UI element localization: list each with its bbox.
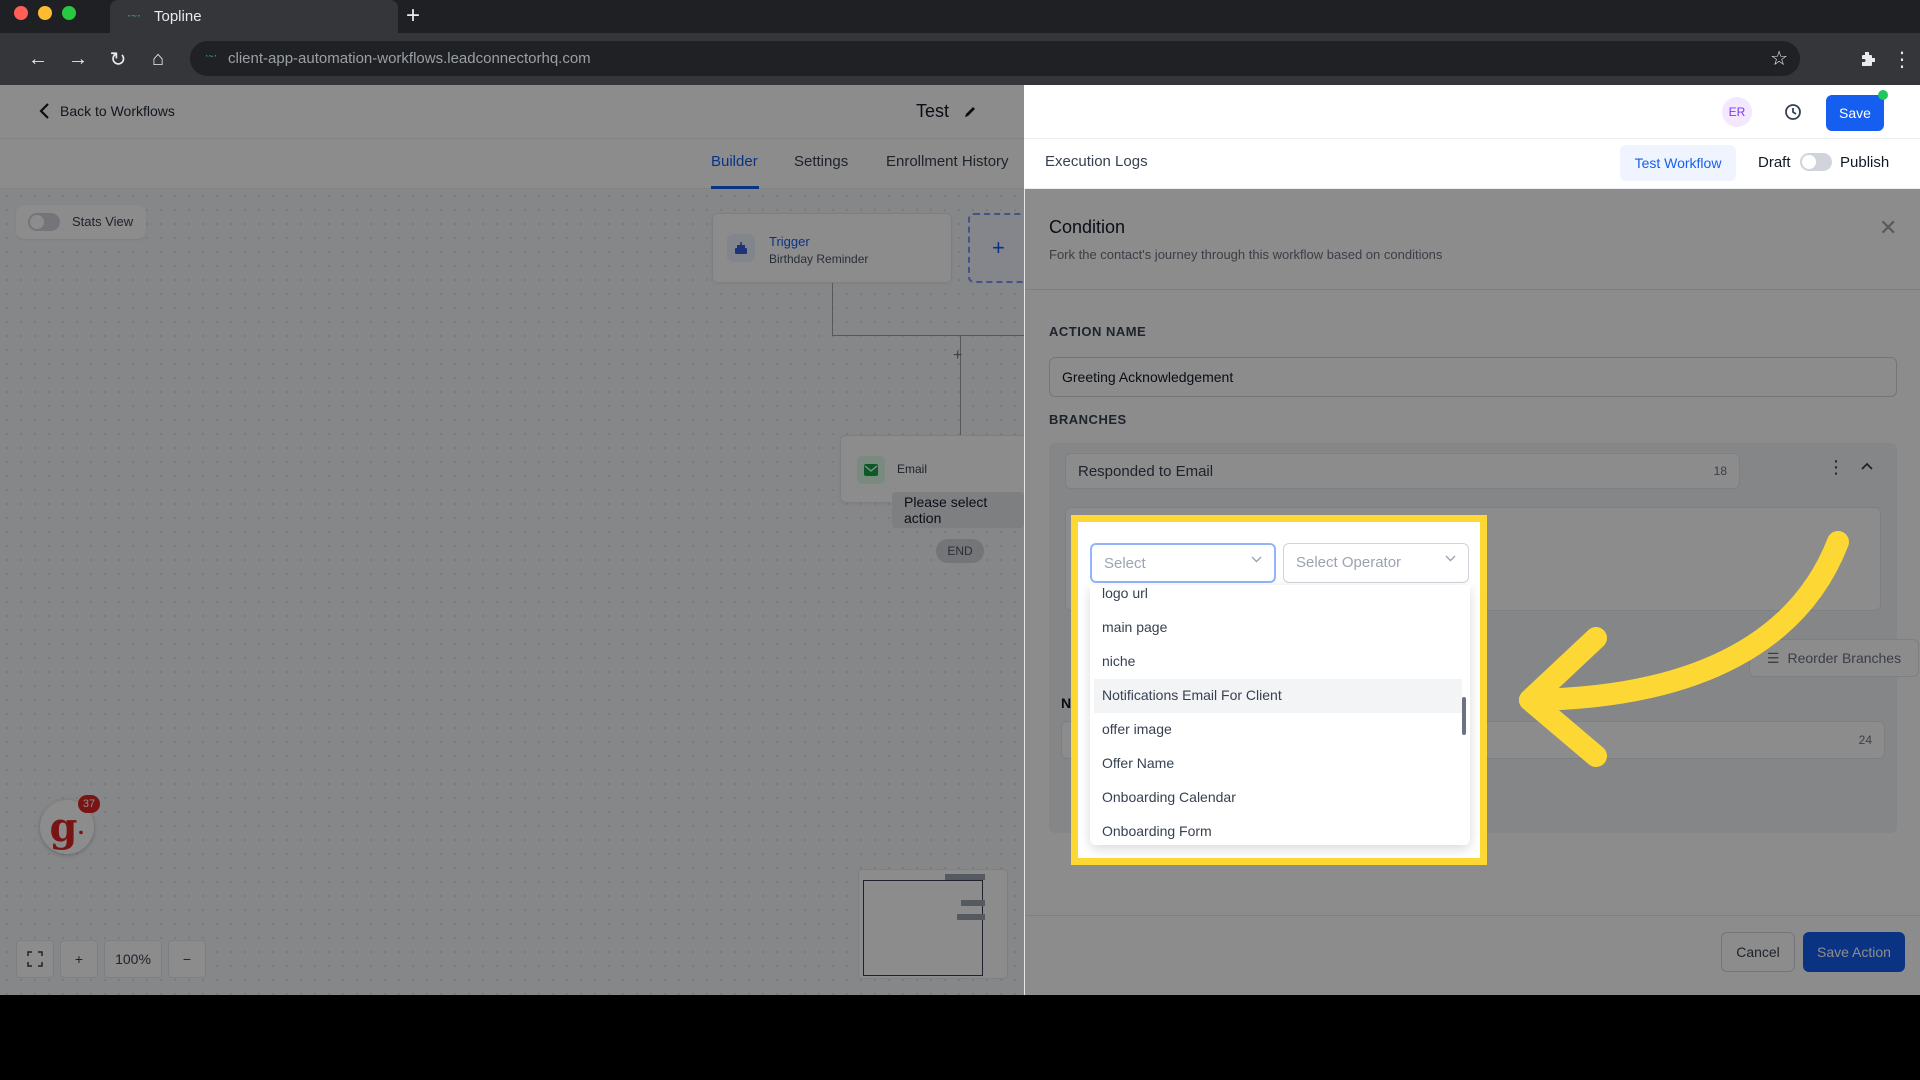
- operator-select-placeholder: Select Operator: [1296, 554, 1402, 571]
- operator-select[interactable]: Select Operator: [1283, 543, 1469, 583]
- forward-arrow-icon[interactable]: →: [64, 45, 92, 73]
- screen: ·~· Topline + ← → ↻ ⌂ ·~· client-app-aut…: [0, 0, 1920, 1080]
- letterbox-bottom: [0, 995, 1920, 1080]
- test-workflow-button[interactable]: Test Workflow: [1620, 145, 1736, 181]
- browser-menu-icon[interactable]: ⋮: [1888, 45, 1916, 73]
- address-bar[interactable]: ·~· client-app-automation-workflows.lead…: [190, 41, 1800, 76]
- field-select[interactable]: Select: [1090, 543, 1276, 583]
- browser-navbar: ← → ↻ ⌂ ·~· client-app-automation-workfl…: [0, 33, 1920, 85]
- tab-title: Topline: [154, 8, 202, 25]
- unsaved-indicator: [1878, 90, 1888, 100]
- extensions-icon[interactable]: [1854, 45, 1882, 73]
- star-icon[interactable]: ☆: [1770, 46, 1788, 71]
- close-window-icon[interactable]: [14, 6, 28, 20]
- browser-tab[interactable]: ·~· Topline: [110, 0, 398, 33]
- dropdown-option[interactable]: offer image: [1094, 713, 1462, 747]
- publish-label: Publish: [1840, 154, 1890, 171]
- draft-label: Draft: [1758, 154, 1791, 171]
- site-info-icon: ·~·: [204, 52, 218, 62]
- dropdown-scrollbar[interactable]: [1462, 697, 1466, 735]
- history-clock-icon[interactable]: [1778, 97, 1808, 127]
- dropdown-option[interactable]: niche: [1094, 645, 1462, 679]
- dropdown-option[interactable]: Offer Name: [1094, 747, 1462, 781]
- app-area: Back to Workflows Test ER Save Builder S…: [0, 85, 1920, 995]
- avatar[interactable]: ER: [1722, 97, 1752, 127]
- new-tab-icon[interactable]: +: [406, 3, 420, 29]
- browser-tabbar: ·~· Topline +: [0, 0, 1920, 33]
- modal-overlay: [0, 85, 1024, 995]
- dropdown-option[interactable]: Onboarding Calendar: [1094, 781, 1462, 815]
- maximize-window-icon[interactable]: [62, 6, 76, 20]
- url-text: client-app-automation-workflows.leadconn…: [228, 50, 591, 67]
- back-arrow-icon[interactable]: ←: [24, 45, 52, 73]
- field-select-placeholder: Select: [1104, 555, 1146, 572]
- chevron-down-icon: [1445, 553, 1456, 565]
- publish-toggle[interactable]: [1800, 153, 1832, 171]
- dropdown-option[interactable]: Onboarding Form: [1094, 815, 1462, 845]
- site-favicon-icon: ·~·: [126, 11, 142, 22]
- field-dropdown-list[interactable]: logo url main page niche Notifications E…: [1090, 585, 1470, 845]
- dropdown-option[interactable]: main page: [1094, 611, 1462, 645]
- tab-execution-logs[interactable]: Execution Logs: [1045, 153, 1148, 170]
- home-icon[interactable]: ⌂: [144, 45, 172, 73]
- save-button[interactable]: Save: [1826, 95, 1884, 131]
- reload-icon[interactable]: ↻: [104, 45, 132, 73]
- chevron-down-icon: [1251, 554, 1262, 566]
- dropdown-option[interactable]: logo url: [1094, 585, 1462, 611]
- highlight-frame: Select Select Operator logo url main pag…: [1071, 515, 1487, 865]
- dropdown-option-hovered[interactable]: Notifications Email For Client: [1094, 679, 1462, 713]
- minimize-window-icon[interactable]: [38, 6, 52, 20]
